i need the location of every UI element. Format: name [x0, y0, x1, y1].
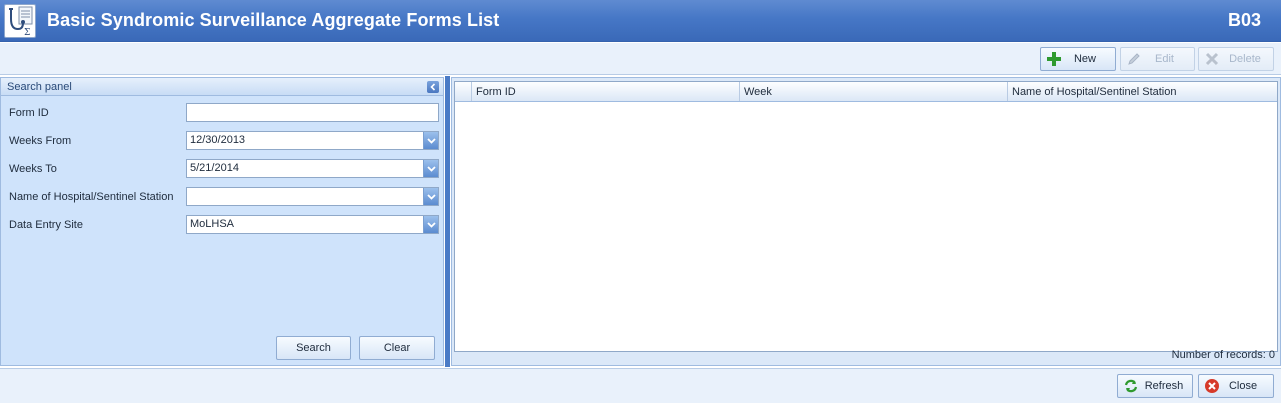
data-entry-site-value: MoLHSA [190, 218, 235, 230]
chevron-down-icon[interactable] [423, 160, 438, 177]
grid-row-selector-header[interactable] [455, 82, 472, 101]
weeks-from-value: 12/30/2013 [190, 134, 246, 146]
edit-button[interactable]: Edit [1120, 47, 1195, 71]
stethoscope-sigma-icon: Σ [4, 4, 36, 38]
delete-x-icon [1204, 51, 1220, 67]
chevron-down-icon[interactable] [423, 132, 438, 149]
footer-bar: Refresh Close [0, 368, 1281, 403]
weeks-to-select[interactable]: 5/21/2014 [186, 159, 439, 178]
new-label: New [1073, 53, 1096, 65]
weeks-to-value: 5/21/2014 [190, 162, 239, 174]
plus-icon [1046, 51, 1062, 67]
close-label: Close [1228, 380, 1258, 392]
search-panel-title: Search panel [7, 81, 72, 93]
close-icon [1204, 378, 1220, 394]
form-id-label: Form ID [9, 107, 49, 119]
refresh-icon [1123, 378, 1139, 394]
form-id-input[interactable] [186, 103, 439, 122]
delete-button[interactable]: Delete [1198, 47, 1274, 71]
panel-splitter[interactable] [445, 76, 450, 367]
results-grid: Form ID Week Name of Hospital/Sentinel S… [454, 81, 1278, 352]
column-header-hospital[interactable]: Name of Hospital/Sentinel Station [1008, 82, 1277, 101]
weeks-from-select[interactable]: 12/30/2013 [186, 131, 439, 150]
chevron-down-icon[interactable] [423, 188, 438, 205]
weeks-to-label: Weeks To [9, 163, 57, 175]
close-button[interactable]: Close [1198, 374, 1274, 398]
page-title: Basic Syndromic Surveillance Aggregate F… [47, 10, 500, 30]
data-entry-site-label: Data Entry Site [9, 219, 83, 231]
chevron-down-icon[interactable] [423, 216, 438, 233]
search-button[interactable]: Search [276, 336, 351, 360]
form-code: B03 [1227, 10, 1261, 30]
data-entry-site-select[interactable]: MoLHSA [186, 215, 439, 234]
title-bar: Σ Basic Syndromic Surveillance Aggregate… [0, 0, 1281, 42]
new-button[interactable]: New [1040, 47, 1116, 71]
column-header-week[interactable]: Week [740, 82, 1008, 101]
svg-text:Σ: Σ [24, 28, 30, 37]
hospital-select[interactable] [186, 187, 439, 206]
refresh-label: Refresh [1144, 380, 1184, 392]
record-count: Number of records: 0 [1171, 349, 1275, 361]
search-panel-header: Search panel [1, 78, 443, 96]
pencil-icon [1126, 51, 1142, 67]
grid-header: Form ID Week Name of Hospital/Sentinel S… [455, 82, 1277, 102]
results-panel: Form ID Week Name of Hospital/Sentinel S… [451, 77, 1281, 366]
clear-button[interactable]: Clear [359, 336, 435, 360]
delete-label: Delete [1229, 53, 1261, 65]
column-header-form-id[interactable]: Form ID [472, 82, 740, 101]
weeks-from-label: Weeks From [9, 135, 72, 147]
hospital-label: Name of Hospital/Sentinel Station [9, 191, 174, 203]
refresh-button[interactable]: Refresh [1117, 374, 1193, 398]
edit-label: Edit [1155, 53, 1174, 65]
clear-button-label: Clear [383, 342, 411, 354]
chevron-left-icon [430, 83, 436, 91]
search-panel: Search panel Form ID Weeks From 12/30/20… [0, 77, 444, 366]
collapse-panel-button[interactable] [427, 81, 439, 93]
toolbar: New Edit Delete [0, 43, 1281, 75]
search-button-label: Search [296, 342, 331, 354]
